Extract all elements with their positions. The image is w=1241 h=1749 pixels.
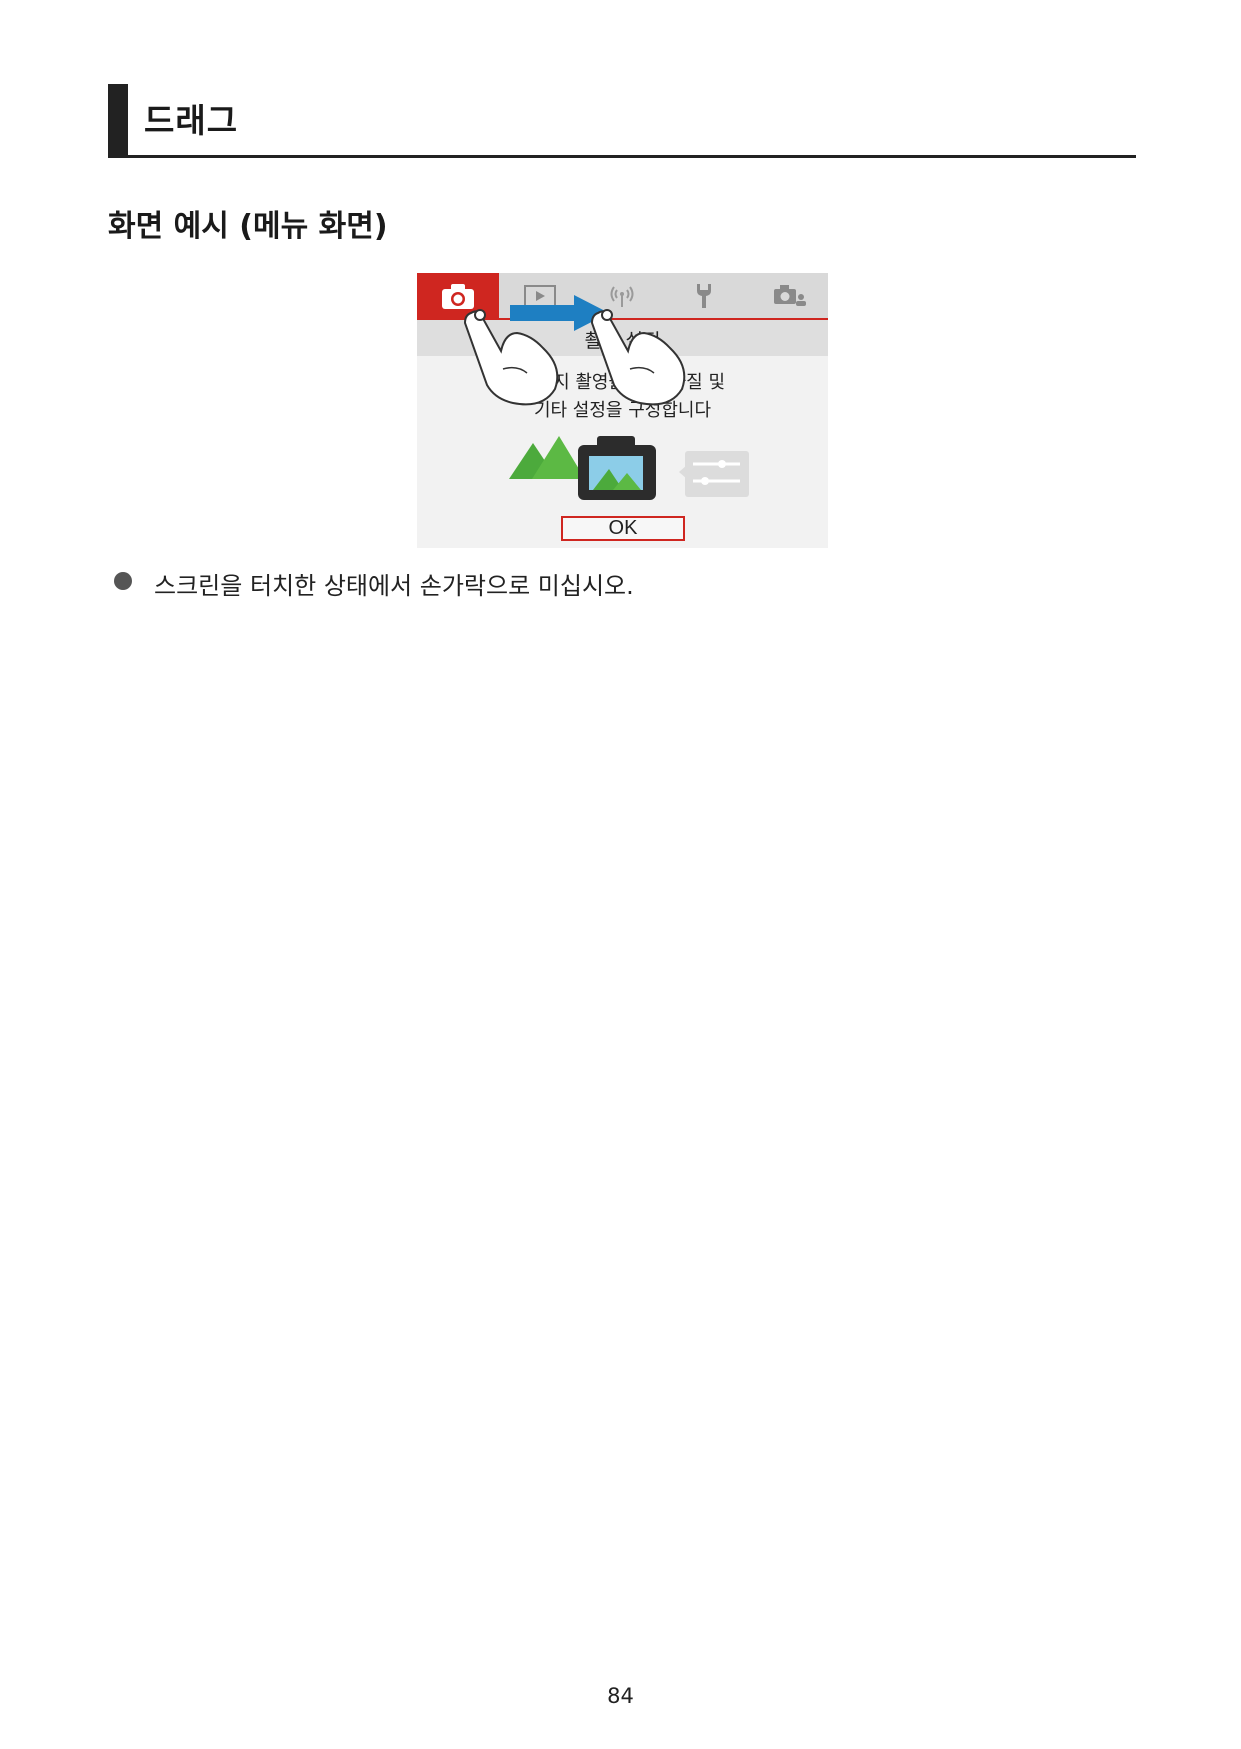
section-title-bar (108, 84, 128, 156)
camera-menu-screen-illustration: 촬영 설정 이미지 촬영을 위한 화질 및 기타 설정을 구성합니다 OK (417, 273, 828, 548)
subheading: 화면 예시 (메뉴 화면) (108, 209, 388, 244)
section-divider (108, 155, 1136, 158)
instruction-text: 스크린을 터치한 상태에서 손가락으로 미십시오. (154, 572, 634, 600)
section-title: 드래그 (144, 101, 239, 140)
hand-end-icon (590, 309, 686, 406)
bullet-icon (114, 572, 132, 590)
settings-sliders-icon (679, 451, 749, 497)
camera-body-icon (578, 436, 656, 500)
screen-graphics-overlay (463, 295, 749, 500)
page-number: 84 (607, 1684, 634, 1708)
landscape-mountains-icon (509, 436, 585, 479)
hand-start-icon (463, 309, 559, 406)
